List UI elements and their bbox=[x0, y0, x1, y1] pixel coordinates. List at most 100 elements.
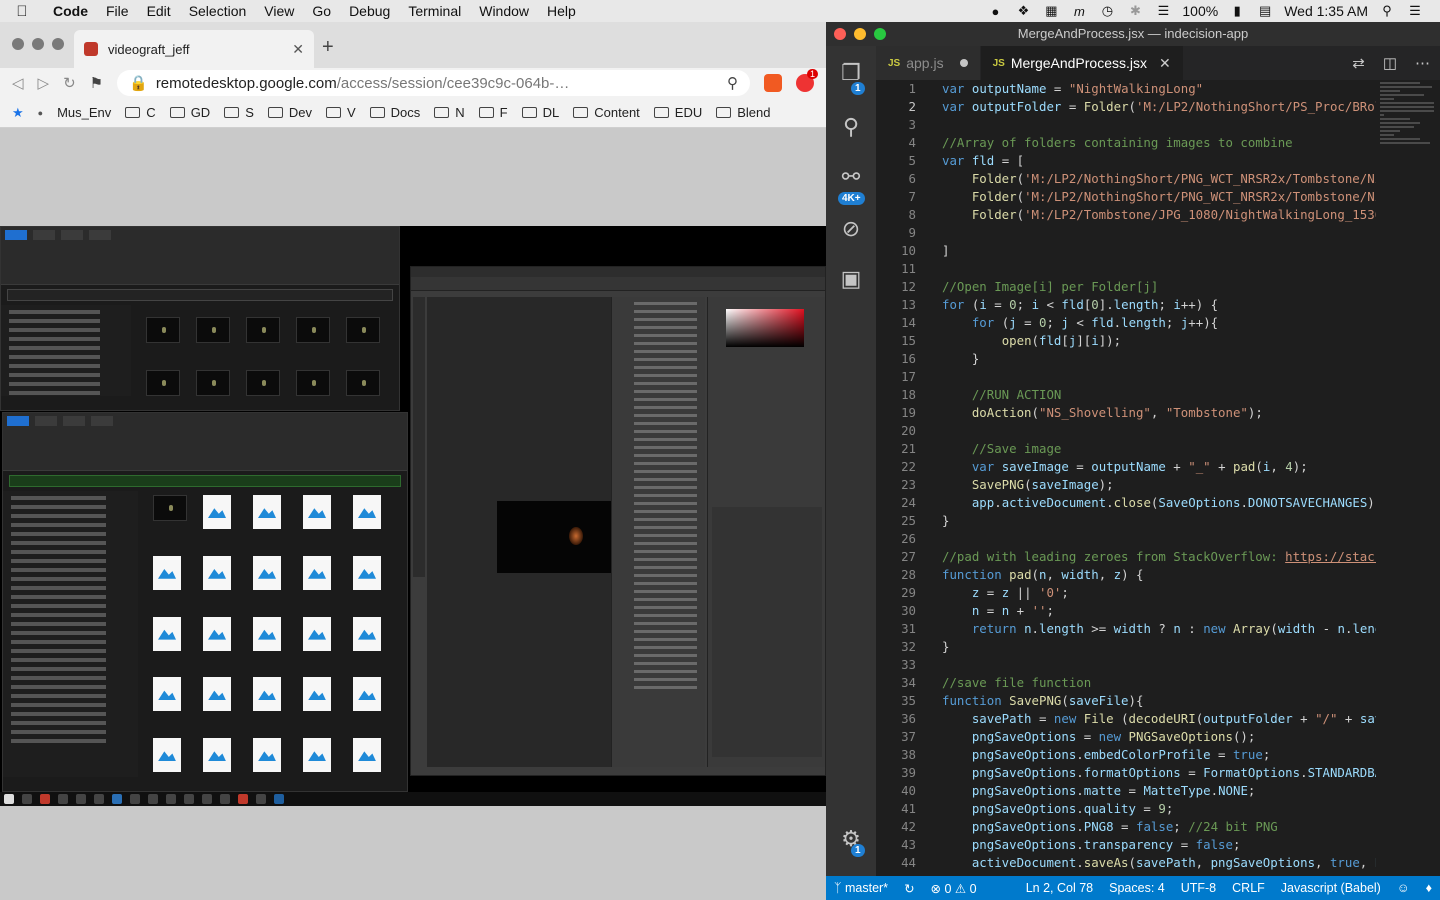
code-line[interactable]: 9 bbox=[876, 224, 1376, 242]
image-thumbnail[interactable] bbox=[246, 369, 280, 396]
image-thumbnail[interactable] bbox=[196, 369, 230, 396]
taskbar-app-icon[interactable] bbox=[76, 794, 86, 804]
zoom-window-button[interactable] bbox=[874, 28, 886, 40]
code-text[interactable]: //save file function bbox=[916, 674, 1091, 692]
menu-selection[interactable]: Selection bbox=[180, 3, 256, 19]
code-line[interactable]: 28 function pad(n, width, z) { bbox=[876, 566, 1376, 584]
bookmark-docs[interactable]: Docs bbox=[369, 105, 420, 120]
image-thumbnail[interactable] bbox=[346, 317, 380, 343]
code-text[interactable]: pngSaveOptions.quality = 9; bbox=[916, 800, 1173, 818]
explorer-address-bar[interactable] bbox=[9, 475, 401, 487]
wifi-icon[interactable]: ☰ bbox=[1154, 3, 1172, 19]
code-line[interactable]: 31 return n.length >= width ? n : new Ar… bbox=[876, 620, 1376, 638]
png-file-icon[interactable] bbox=[303, 677, 331, 712]
clock[interactable]: Wed 1:35 AM bbox=[1284, 3, 1368, 19]
menu-debug[interactable]: Debug bbox=[340, 3, 399, 19]
indentation[interactable]: Spaces: 4 bbox=[1101, 881, 1173, 895]
tab-app-js[interactable]: JS app.js bbox=[876, 46, 981, 80]
explorer-nav-pane[interactable] bbox=[1, 305, 131, 396]
bookmark-content[interactable]: Content bbox=[573, 105, 640, 120]
reload-icon[interactable]: ↻ bbox=[63, 74, 76, 92]
notification-center-icon[interactable]: ☰ bbox=[1406, 3, 1424, 19]
menu-go[interactable]: Go bbox=[303, 3, 340, 19]
code-line[interactable]: 43 pngSaveOptions.transparency = false; bbox=[876, 836, 1376, 854]
taskbar-app-icon[interactable] bbox=[184, 794, 194, 804]
zoom-window-button[interactable] bbox=[52, 38, 64, 50]
bookmark-mus-env[interactable]: Mus_Env bbox=[57, 105, 111, 120]
code-line[interactable]: 27//pad with leading zeroes from StackOv… bbox=[876, 548, 1376, 566]
code-text[interactable]: Folder('M:/LP2/Tombstone/JPG_1080/NightW… bbox=[916, 206, 1376, 224]
taskbar-app-icon[interactable] bbox=[94, 794, 104, 804]
minimap[interactable] bbox=[1376, 80, 1440, 200]
explorer-ribbon[interactable] bbox=[1, 227, 399, 285]
tab-mergeandprocess-jsx[interactable]: JS MergeAndProcess.jsx ✕ bbox=[980, 46, 1184, 80]
dropbox-icon[interactable]: ❖ bbox=[1014, 3, 1032, 19]
windows-start-icon[interactable] bbox=[4, 794, 14, 804]
drive-icon[interactable]: ▦ bbox=[1042, 3, 1060, 19]
code-text[interactable]: SavePNG(saveImage); bbox=[916, 476, 1114, 494]
code-text[interactable]: pngSaveOptions.embedColorProfile = true; bbox=[916, 746, 1270, 764]
open-changes-icon[interactable]: ⇄ bbox=[1352, 54, 1365, 72]
code-line[interactable]: 18 //RUN ACTION bbox=[876, 386, 1376, 404]
code-line[interactable]: 21 //Save image bbox=[876, 440, 1376, 458]
code-text[interactable]: for (j = 0; j < fld.length; j++){ bbox=[916, 314, 1218, 332]
code-line[interactable]: 10] bbox=[876, 242, 1376, 260]
png-file-icon[interactable] bbox=[203, 555, 231, 590]
bluetooth-icon[interactable]: ✱ bbox=[1126, 3, 1144, 19]
image-thumbnail[interactable] bbox=[146, 369, 180, 396]
taskbar-app-icon[interactable] bbox=[202, 794, 212, 804]
menu-edit[interactable]: Edit bbox=[138, 3, 180, 19]
code-line[interactable]: 7 Folder('M:/LP2/NothingShort/PNG_WCT_NR… bbox=[876, 188, 1376, 206]
taskbar-app-icon[interactable] bbox=[166, 794, 176, 804]
menu-file[interactable]: File bbox=[97, 3, 138, 19]
sync-icon[interactable]: ↻ bbox=[896, 881, 922, 896]
png-file-icon[interactable] bbox=[153, 555, 181, 590]
code-line[interactable]: 16 } bbox=[876, 350, 1376, 368]
png-file-icon[interactable] bbox=[203, 616, 231, 651]
code-text[interactable] bbox=[916, 224, 942, 242]
png-file-icon[interactable] bbox=[153, 677, 181, 712]
code-text[interactable]: } bbox=[916, 638, 949, 656]
photoshop-document-image[interactable] bbox=[497, 501, 611, 573]
more-actions-icon[interactable]: ⋯ bbox=[1415, 54, 1430, 72]
taskbar-app-icon[interactable] bbox=[22, 794, 32, 804]
code-text[interactable] bbox=[916, 368, 942, 386]
source-control-icon[interactable]: ⚯ bbox=[826, 164, 876, 190]
code-text[interactable] bbox=[916, 116, 942, 134]
png-file-icon[interactable] bbox=[353, 555, 381, 590]
bookmark-f[interactable]: F bbox=[478, 105, 508, 120]
bookmark-dl[interactable]: DL bbox=[521, 105, 559, 120]
brave-shield-icon[interactable] bbox=[764, 74, 782, 92]
search-icon[interactable]: ⚲ bbox=[826, 114, 876, 140]
code-line[interactable]: 3 bbox=[876, 116, 1376, 134]
file-explorer-window-bottom[interactable] bbox=[2, 412, 408, 792]
code-text[interactable]: pngSaveOptions.PNG8 = false; //24 bit PN… bbox=[916, 818, 1278, 836]
png-file-icon[interactable] bbox=[253, 677, 281, 712]
code-editor[interactable]: 1 var outputName = "NightWalkingLong" 2 var… bbox=[876, 80, 1376, 876]
code-line[interactable]: 17 bbox=[876, 368, 1376, 386]
code-text[interactable]: z = z || '0'; bbox=[916, 584, 1069, 602]
bookmark-s[interactable]: S bbox=[224, 105, 254, 120]
png-file-icon[interactable] bbox=[253, 555, 281, 590]
photoshop-right-panels[interactable] bbox=[707, 297, 825, 767]
photoshop-actions-panel[interactable] bbox=[611, 297, 705, 767]
png-file-icon[interactable] bbox=[203, 677, 231, 712]
browser-tab[interactable]: videograft_jeff ✕ bbox=[74, 30, 314, 68]
timemachine-icon[interactable]: ◷ bbox=[1098, 3, 1116, 19]
taskbar-app-icon[interactable] bbox=[130, 794, 140, 804]
code-text[interactable]: //Array of folders containing images to … bbox=[916, 134, 1293, 152]
battery-icon[interactable]: ▮ bbox=[1228, 3, 1246, 19]
code-line[interactable]: 24 app.activeDocument.close(SaveOptions.… bbox=[876, 494, 1376, 512]
png-file-icon[interactable] bbox=[203, 738, 231, 773]
photoshop-layers-panel[interactable] bbox=[712, 507, 822, 757]
png-file-icon[interactable] bbox=[353, 616, 381, 651]
taskbar-app-icon[interactable] bbox=[238, 794, 248, 804]
bookmark-edu[interactable]: EDU bbox=[653, 105, 702, 120]
cursor-position[interactable]: Ln 2, Col 78 bbox=[1018, 881, 1101, 895]
code-line[interactable]: 2 var outputFolder = Folder('M:/LP2/Nothi… bbox=[876, 98, 1376, 116]
taskbar-app-icon[interactable] bbox=[220, 794, 230, 804]
address-bar[interactable]: 🔒 remotedesktop.google.com/access/sessio… bbox=[117, 70, 750, 96]
code-text[interactable]: ] bbox=[916, 242, 949, 260]
code-line[interactable]: 5 var fld = [ bbox=[876, 152, 1376, 170]
code-line[interactable]: 11 bbox=[876, 260, 1376, 278]
